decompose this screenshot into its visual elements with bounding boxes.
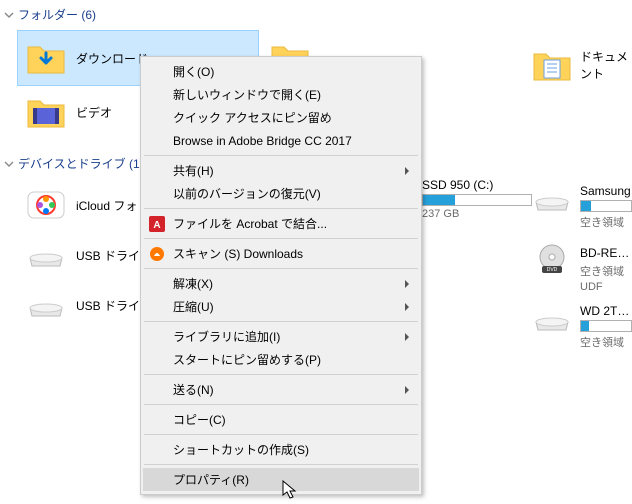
- menu-separator: [144, 374, 418, 375]
- submenu-arrow-icon: [403, 386, 411, 394]
- drive-ssd-c[interactable]: SSD 950 (C:) 237 GB: [422, 178, 532, 220]
- drive-wd[interactable]: WD 2TB H 空き領域: [532, 296, 632, 356]
- drive-label: iCloud フォト: [76, 197, 149, 214]
- menu-combine-acrobat[interactable]: A ファイルを Acrobat で結合...: [143, 212, 419, 235]
- drive-subtext: 空き領域: [580, 263, 632, 279]
- menu-scan[interactable]: スキャン (S) Downloads: [143, 242, 419, 265]
- menu-label: 新しいウィンドウで開く(E): [173, 86, 321, 103]
- capacity-fill: [581, 321, 589, 331]
- menu-add-library[interactable]: ライブラリに追加(I): [143, 325, 419, 348]
- drive-bdre[interactable]: DVD BD-RE ドラ 空き領域 UDF: [532, 236, 632, 296]
- capacity-text: 237 GB: [422, 208, 532, 220]
- drive-label: SSD 950 (C:): [422, 178, 532, 192]
- menu-pin-start[interactable]: スタートにピン留めする(P): [143, 348, 419, 371]
- avast-icon: [149, 246, 165, 262]
- menu-separator: [144, 155, 418, 156]
- menu-separator: [144, 434, 418, 435]
- menu-properties[interactable]: プロパティ(R): [143, 468, 419, 491]
- menu-label: スタートにピン留めする(P): [173, 351, 321, 368]
- menu-browse-bridge[interactable]: Browse in Adobe Bridge CC 2017: [143, 129, 419, 152]
- menu-label: Browse in Adobe Bridge CC 2017: [173, 134, 352, 148]
- capacity-bar: [580, 320, 632, 332]
- dvd-drive-icon: DVD: [532, 244, 572, 274]
- menu-open-new-window[interactable]: 新しいウィンドウで開く(E): [143, 83, 419, 106]
- submenu-arrow-icon: [403, 333, 411, 341]
- cursor-icon: [282, 480, 298, 500]
- capacity-bar: [580, 200, 632, 212]
- menu-label: コピー(C): [173, 411, 226, 428]
- section-header-folders[interactable]: フォルダー (6): [0, 0, 632, 27]
- menu-label: ファイルを Acrobat で結合...: [173, 215, 327, 232]
- menu-open[interactable]: 開く(O): [143, 60, 419, 83]
- menu-create-shortcut[interactable]: ショートカットの作成(S): [143, 438, 419, 461]
- menu-separator: [144, 321, 418, 322]
- acrobat-icon: A: [149, 216, 165, 232]
- folder-label: ダウンロード: [76, 50, 148, 67]
- menu-separator: [144, 464, 418, 465]
- menu-label: 開く(O): [173, 63, 214, 80]
- right-drives-column: ドキュメント Samsung 空き領域 DVD BD-RE ドラ 空き領域 UD…: [532, 40, 632, 356]
- drive-generic-icon: [26, 240, 66, 270]
- drive-subtext: 空き領域: [580, 334, 632, 350]
- submenu-arrow-icon: [403, 303, 411, 311]
- capacity-fill: [423, 195, 455, 205]
- drive-subtext: 空き領域: [580, 214, 632, 230]
- menu-copy[interactable]: コピー(C): [143, 408, 419, 431]
- capacity-bar: [422, 194, 532, 206]
- menu-label: 送る(N): [173, 381, 214, 398]
- downloads-folder-icon: [26, 41, 66, 75]
- section-title: デバイスとドライブ (1: [18, 155, 140, 172]
- videos-folder-icon: [26, 95, 66, 129]
- menu-label: ライブラリに追加(I): [173, 328, 280, 345]
- menu-share[interactable]: 共有(H): [143, 159, 419, 182]
- menu-label: クイック アクセスにピン留め: [173, 109, 332, 126]
- drive-generic-icon: [532, 304, 572, 334]
- drive-generic-icon: [26, 290, 66, 320]
- drive-subtext: UDF: [580, 281, 632, 293]
- menu-restore-previous[interactable]: 以前のバージョンの復元(V): [143, 182, 419, 205]
- menu-label: ショートカットの作成(S): [173, 441, 309, 458]
- svg-text:DVD: DVD: [547, 267, 558, 273]
- submenu-arrow-icon: [403, 280, 411, 288]
- drive-samsung[interactable]: Samsung 空き領域: [532, 176, 632, 236]
- menu-send-to[interactable]: 送る(N): [143, 378, 419, 401]
- menu-compress[interactable]: 圧縮(U): [143, 295, 419, 318]
- menu-separator: [144, 268, 418, 269]
- drive-label: WD 2TB H: [580, 304, 632, 318]
- menu-label: 圧縮(U): [173, 298, 214, 315]
- svg-text:A: A: [153, 220, 160, 231]
- section-title: フォルダー (6): [18, 6, 96, 23]
- menu-separator: [144, 208, 418, 209]
- chevron-down-icon: [4, 159, 14, 169]
- drive-label: Samsung: [580, 184, 632, 198]
- drive-label: BD-RE ドラ: [580, 244, 632, 261]
- folder-label: ドキュメント: [580, 48, 632, 82]
- menu-label: 以前のバージョンの復元(V): [173, 185, 321, 202]
- menu-label: スキャン (S) Downloads: [173, 245, 303, 262]
- drive-generic-icon: [532, 184, 572, 214]
- menu-label: 解凍(X): [173, 275, 213, 292]
- menu-separator: [144, 404, 418, 405]
- folder-label: ビデオ: [76, 104, 112, 121]
- chevron-down-icon: [4, 10, 14, 20]
- menu-separator: [144, 238, 418, 239]
- menu-pin-quick-access[interactable]: クイック アクセスにピン留め: [143, 106, 419, 129]
- folder-documents[interactable]: ドキュメント: [532, 40, 632, 100]
- menu-label: プロパティ(R): [173, 471, 249, 488]
- icloud-photos-icon: [26, 190, 66, 220]
- capacity-fill: [581, 201, 591, 211]
- documents-folder-icon: [532, 48, 572, 82]
- menu-extract[interactable]: 解凍(X): [143, 272, 419, 295]
- context-menu: 開く(O) 新しいウィンドウで開く(E) クイック アクセスにピン留め Brow…: [140, 56, 422, 495]
- submenu-arrow-icon: [403, 167, 411, 175]
- menu-label: 共有(H): [173, 162, 214, 179]
